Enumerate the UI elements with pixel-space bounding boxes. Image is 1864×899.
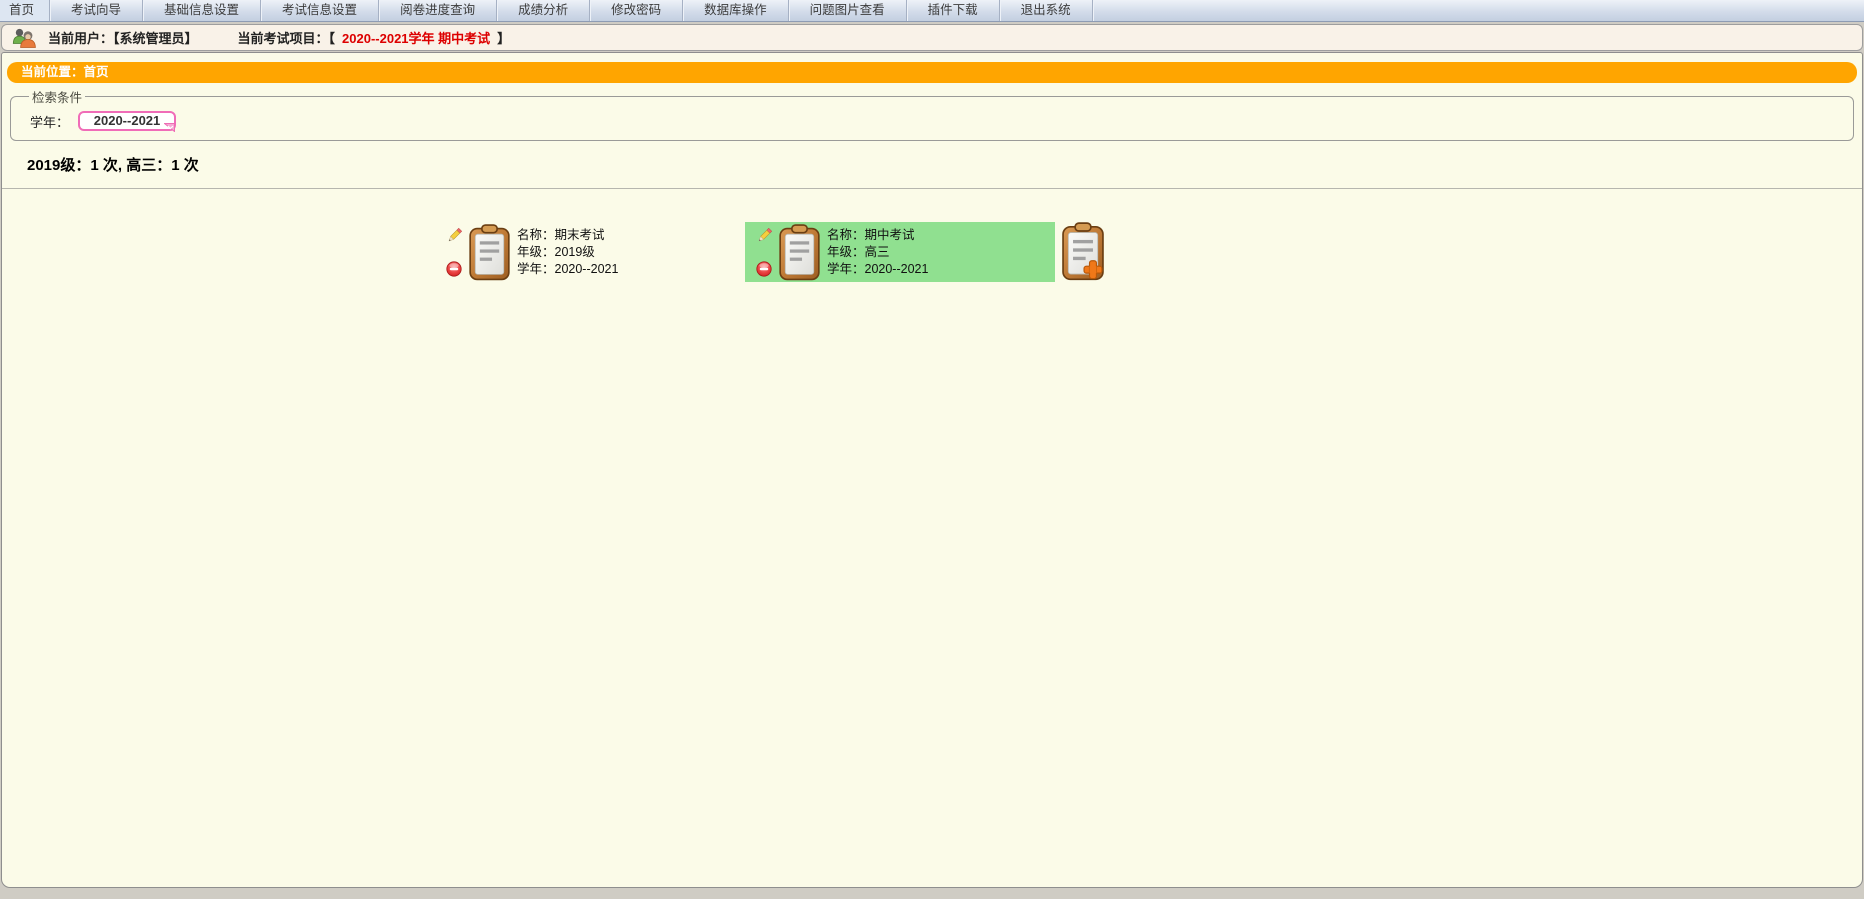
dropdown-arrow-icon (164, 123, 175, 132)
search-criteria-legend: 检索条件 (29, 87, 85, 106)
exam-cards-row: 名称：期末考试 年级：2019级 学年：2020--2021 (435, 222, 1862, 282)
exam-year: 学年：2020--2021 (827, 261, 928, 278)
section-divider (2, 188, 1862, 189)
exam-grade: 年级：2019级 (517, 244, 618, 261)
pencil-edit-icon[interactable] (756, 227, 773, 244)
menu-item-basic-info[interactable]: 基础信息设置 (143, 0, 261, 21)
card-actions (445, 227, 463, 277)
menu-item-home[interactable]: 首页 (0, 0, 50, 21)
menu-item-exam-wizard[interactable]: 考试向导 (50, 0, 143, 21)
top-menu-bar: 首页 考试向导 基础信息设置 考试信息设置 阅卷进度查询 成绩分析 修改密码 数… (0, 0, 1864, 22)
menu-item-database-ops[interactable]: 数据库操作 (683, 0, 789, 21)
current-project-label: 当前考试项目：【 (238, 28, 336, 47)
exam-card-final[interactable]: 名称：期末考试 年级：2019级 学年：2020--2021 (435, 222, 745, 282)
exam-card-details: 名称：期中考试 年级：高三 学年：2020--2021 (827, 227, 928, 278)
pencil-edit-icon[interactable] (446, 227, 463, 244)
menu-item-logout[interactable]: 退出系统 (1000, 0, 1093, 21)
menu-item-exam-info[interactable]: 考试信息设置 (261, 0, 379, 21)
clipboard-icon (779, 224, 820, 281)
exam-card-details: 名称：期末考试 年级：2019级 学年：2020--2021 (517, 227, 618, 278)
menu-item-problem-images[interactable]: 问题图片查看 (789, 0, 907, 21)
menu-item-change-password[interactable]: 修改密码 (590, 0, 683, 21)
clipboard-icon (469, 224, 510, 281)
remove-minus-icon[interactable] (446, 261, 462, 277)
current-project-value: 2020--2021学年 期中考试 (335, 28, 497, 47)
year-filter-label: 学年： (30, 112, 69, 131)
year-select[interactable]: 2020--2021 (78, 111, 176, 131)
search-criteria-panel: 检索条件 学年： 2020--2021 (10, 87, 1854, 141)
current-user-label: 当前用户：【系统管理员】 (48, 28, 198, 47)
exam-year: 学年：2020--2021 (517, 261, 618, 278)
exam-count-summary: 2019级：1 次, 高三：1 次 (27, 154, 1862, 175)
menu-item-marking-progress[interactable]: 阅卷进度查询 (379, 0, 497, 21)
clipboard-add-icon[interactable] (1062, 222, 1104, 281)
year-filter-row: 学年： 2020--2021 (30, 111, 1843, 131)
year-select-value: 2020--2021 (94, 113, 161, 128)
menu-item-score-analysis[interactable]: 成绩分析 (497, 0, 590, 21)
user-status-bar: 当前用户：【系统管理员】 当前考试项目：【 2020--2021学年 期中考试 … (1, 24, 1863, 51)
current-project-bracket: 】 (497, 28, 510, 47)
menu-item-plugin-download[interactable]: 插件下载 (907, 0, 1000, 21)
main-content: 当前位置：首页 检索条件 学年： 2020--2021 2019级：1 次, 高… (1, 52, 1863, 888)
remove-minus-icon[interactable] (756, 261, 772, 277)
exam-grade: 年级：高三 (827, 244, 928, 261)
exam-card-midterm-selected[interactable]: 名称：期中考试 年级：高三 学年：2020--2021 (745, 222, 1055, 282)
breadcrumb: 当前位置：首页 (7, 62, 1857, 83)
card-actions (755, 227, 773, 277)
exam-name: 名称：期中考试 (827, 227, 928, 244)
users-icon (11, 27, 38, 48)
exam-name: 名称：期末考试 (517, 227, 618, 244)
